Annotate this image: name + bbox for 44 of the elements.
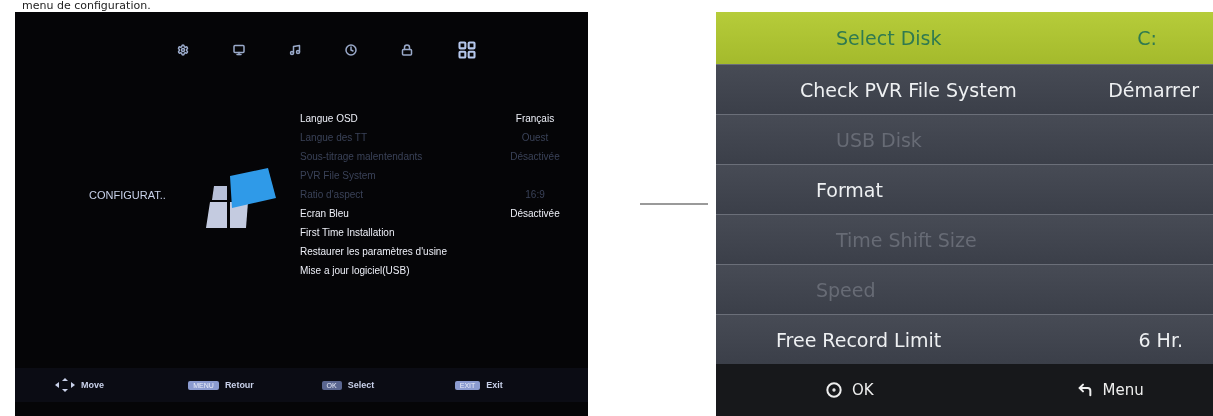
menu-item[interactable]: Langue OSD Français xyxy=(300,111,570,127)
menu-item[interactable]: First Time Installation xyxy=(300,225,570,241)
menu-item-label: Ratio d'aspect xyxy=(300,188,364,202)
hint-label: Retour xyxy=(224,380,254,390)
leader-line xyxy=(640,203,708,205)
menu-item-label: First Time Installation xyxy=(300,226,395,240)
row-value: C: xyxy=(1137,27,1157,49)
lock-icon[interactable] xyxy=(400,44,413,56)
grid-icon[interactable] xyxy=(456,40,477,60)
menu-item-value: 16:9 xyxy=(524,188,546,202)
ok-icon xyxy=(826,382,842,398)
arrows-icon xyxy=(55,378,75,392)
menu-item-value: Ouest xyxy=(520,131,550,145)
menu-item[interactable]: Mise a jour logiciel(USB) xyxy=(300,263,570,279)
menu-item-value: Désactivée xyxy=(509,150,561,164)
return-icon xyxy=(1076,382,1093,398)
row-label: Format xyxy=(815,178,883,201)
menu-item-label: Langue OSD xyxy=(300,112,358,126)
menu-item-label: Ecran Bleu xyxy=(300,207,349,221)
monitor-icon[interactable] xyxy=(232,44,245,56)
row-value: Démarrer xyxy=(1108,78,1199,101)
footer-label: OK xyxy=(852,381,874,399)
clock-icon[interactable] xyxy=(344,44,357,56)
hint-label: Select xyxy=(347,380,375,390)
menu-item-label: Restaurer les paramètres d'usine xyxy=(300,245,447,259)
menu-item-label: Sous-titrage malentendants xyxy=(300,150,423,164)
menu-item-label: Langue des TT xyxy=(300,131,368,145)
row-label: Check PVR File System xyxy=(799,78,1017,101)
hint-label: Move xyxy=(81,380,104,390)
menu-item-label: PVR File System xyxy=(300,169,376,183)
hint-label: Exit xyxy=(486,380,503,390)
settings-icon[interactable] xyxy=(176,44,189,56)
section-title: CONFIGURAT.. xyxy=(88,189,167,201)
page-heading: menu de configuration. xyxy=(21,0,152,12)
row-label: Free Record Limit xyxy=(775,328,942,351)
menu-item-value: Français xyxy=(514,112,556,126)
music-note-icon[interactable] xyxy=(288,44,301,56)
menu-item[interactable]: Restaurer les paramètres d'usine xyxy=(300,244,570,260)
menu-item-label: Mise a jour logiciel(USB) xyxy=(300,264,410,278)
row-label: Select Disk xyxy=(835,27,943,49)
menu-item[interactable]: Ecran Bleu Désactivée xyxy=(300,206,570,222)
menu-item-value: Désactivée xyxy=(509,207,561,221)
footer-label: Menu xyxy=(1102,381,1144,399)
row-value: 6 Hr. xyxy=(1138,328,1183,351)
